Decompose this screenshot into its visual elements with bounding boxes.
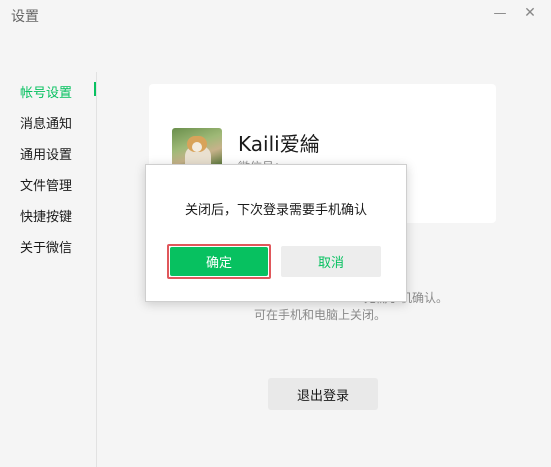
sidebar-item-file-management[interactable]: 文件管理 (20, 175, 72, 194)
cat-face-shape (192, 142, 202, 152)
window-title: 设置 (11, 9, 39, 25)
confirm-dialog: 关闭后，下次登录需要手机确认 确定 取消 (145, 164, 407, 302)
sidebar-item-general-settings[interactable]: 通用设置 (20, 144, 72, 163)
dialog-message: 关闭后，下次登录需要手机确认 (184, 203, 367, 218)
cancel-button[interactable]: 取消 (281, 246, 381, 277)
confirm-button[interactable]: 确定 (170, 247, 268, 276)
logout-button[interactable]: 退出登录 (268, 378, 378, 410)
nickname: Kaili爱綸 (238, 132, 320, 156)
sidebar-item-account-settings[interactable]: 帐号设置 (20, 82, 72, 101)
sidebar-item-shortcuts[interactable]: 快捷按键 (20, 206, 72, 225)
close-icon[interactable]: ✕ (517, 2, 543, 24)
active-indicator (94, 82, 96, 96)
minimize-icon[interactable]: — (487, 2, 513, 24)
login-note-line2: 可在手机和电脑上关闭。 (254, 308, 387, 322)
confirm-highlight: 确定 (167, 244, 271, 279)
sidebar-item-about-wechat[interactable]: 关于微信 (20, 237, 72, 256)
sidebar-item-notifications[interactable]: 消息通知 (20, 113, 72, 132)
